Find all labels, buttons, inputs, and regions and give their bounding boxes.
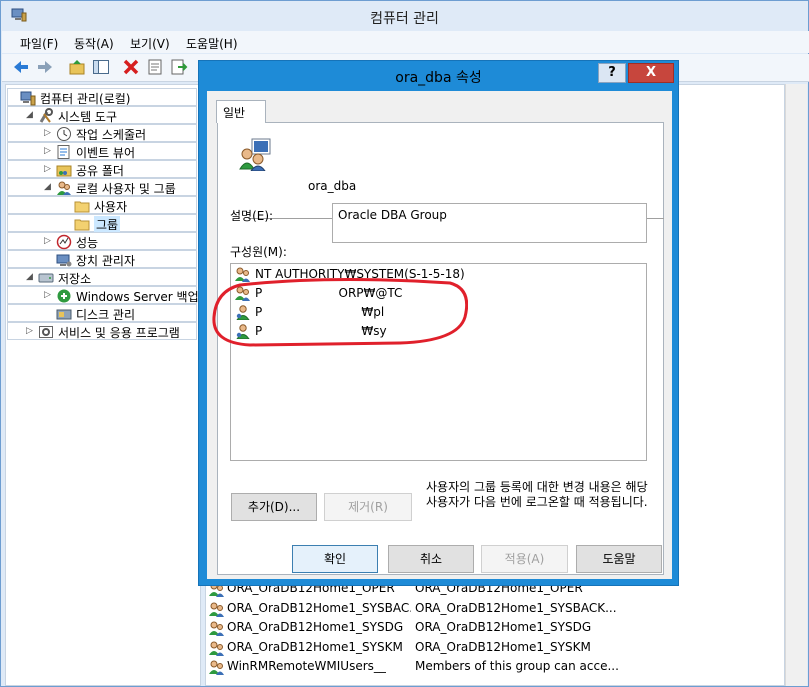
description-field[interactable]: Oracle DBA Group	[332, 203, 647, 243]
red-annotation-ellipse	[212, 277, 468, 347]
list-scrollbar[interactable]	[785, 84, 807, 686]
export-icon[interactable]	[170, 58, 188, 76]
tree-item-label: 디스크 관리	[76, 308, 136, 322]
tree-item-label: 컴퓨터 관리(로컬)	[40, 92, 131, 106]
group-row[interactable]: ORA_OraDB12Home1_SYSDG ORA_OraDB12Home1_S…	[209, 619, 779, 638]
user-group-icon	[209, 659, 225, 675]
properties-icon[interactable]	[146, 58, 164, 76]
tree-item-label: 성능	[76, 236, 99, 250]
description-label: 설명(E):	[230, 209, 274, 223]
tree-item[interactable]: ◢ 시스템 도구	[7, 106, 197, 124]
computer-management-icon	[20, 90, 36, 106]
tree-item-label: 시스템 도구	[58, 110, 118, 124]
tree-item-label: 장치 관리자	[76, 254, 136, 268]
menu-help[interactable]: 도움말(H)	[186, 35, 238, 52]
tree-item[interactable]: ▷ 공유 폴더	[7, 160, 197, 178]
task-scheduler-icon	[56, 126, 72, 142]
group-row[interactable]: WinRMRemoteWMIUsers__ Members of this gro…	[209, 658, 779, 677]
user-group-icon	[209, 601, 225, 617]
user-group-icon	[209, 620, 225, 636]
tree-item[interactable]: ▷ 이벤트 뷰어	[7, 142, 197, 160]
expand-toggle[interactable]: ▷	[26, 326, 36, 336]
tree-item[interactable]: 컴퓨터 관리(로컬)	[7, 88, 197, 106]
services-icon	[38, 324, 54, 340]
membership-change-note: 사용자의 그룹 등록에 대한 변경 내용은 해당 사용자가 다음 번에 로그온할…	[426, 480, 648, 509]
close-button[interactable]: X	[628, 63, 674, 83]
remove-button[interactable]: 제거(R)	[324, 493, 412, 521]
menu-file[interactable]: 파일(F)	[20, 35, 58, 52]
expand-toggle[interactable]: ▷	[44, 146, 54, 156]
group-description-cell: ORA_OraDB12Home1_SYSDG	[415, 620, 592, 634]
local-users-icon	[56, 180, 72, 196]
shared-folder-icon	[56, 162, 72, 178]
members-label: 구성원(M):	[230, 245, 287, 259]
group-name: ora_dba	[308, 179, 357, 193]
show-tree-icon[interactable]	[92, 58, 110, 76]
storage-icon	[38, 270, 54, 286]
tree-item-label: 공유 폴더	[76, 164, 124, 178]
tree-item-label: 그룹	[94, 216, 121, 233]
expand-toggle[interactable]: ◢	[26, 272, 36, 282]
help-button[interactable]: ?	[598, 63, 626, 83]
group-name-cell: ORA_OraDB12Home1_SYSBAC...	[227, 600, 411, 615]
tree-item[interactable]: ▷ Windows Server 백업	[7, 286, 199, 304]
forward-icon[interactable]	[36, 58, 54, 76]
menu-view[interactable]: 보기(V)	[130, 35, 170, 52]
window-title: 컴퓨터 관리	[370, 11, 439, 27]
group-description-cell: ORA_OraDB12Home1_SYSBACK...	[415, 600, 617, 615]
disk-management-icon	[56, 306, 72, 322]
menu-bar: 파일(F) 동작(A) 보기(V) 도움말(H)	[2, 31, 809, 53]
tree-item[interactable]: ▷ 작업 스케줄러	[7, 124, 197, 142]
up-icon[interactable]	[68, 58, 86, 76]
menu-action[interactable]: 동작(A)	[74, 35, 114, 52]
tree-item[interactable]: 장치 관리자	[7, 250, 197, 268]
group-name-cell: ORA_OraDB12Home1_SYSKM	[227, 639, 403, 654]
tree-item[interactable]: 디스크 관리	[7, 304, 197, 322]
tree-item[interactable]: ◢ 저장소	[7, 268, 197, 286]
device-manager-icon	[56, 252, 72, 268]
tree-item[interactable]: ◢ 로컬 사용자 및 그룹	[7, 178, 197, 196]
title-bar: 컴퓨터 관리	[1, 1, 808, 31]
group-row[interactable]: ORA_OraDB12Home1_SYSKM ORA_OraDB12Home1_S…	[209, 639, 779, 658]
user-group-icon	[209, 640, 225, 656]
add-button[interactable]: 추가(D)...	[231, 493, 317, 521]
back-icon[interactable]	[12, 58, 30, 76]
tree-item[interactable]: ▷ 서비스 및 응용 프로그램	[7, 322, 197, 340]
help-dialog-button[interactable]: 도움말	[576, 545, 662, 573]
group-row[interactable]: ORA_OraDB12Home1_SYSBAC... ORA_OraDB12Hom…	[209, 600, 779, 619]
group-name-cell: WinRMRemoteWMIUsers__	[227, 659, 386, 673]
folder-icon	[74, 216, 90, 232]
tree-item[interactable]: 그룹	[7, 214, 197, 233]
expand-toggle[interactable]: ▷	[44, 236, 54, 246]
group-description-cell: Members of this group can acce...	[415, 659, 619, 673]
group-name-cell: ORA_OraDB12Home1_SYSDG	[227, 620, 404, 634]
folder-icon	[74, 198, 90, 214]
backup-icon	[56, 288, 72, 304]
expand-toggle[interactable]: ◢	[26, 110, 36, 120]
cancel-button[interactable]: 취소	[388, 545, 474, 573]
system-tools-icon	[38, 108, 54, 124]
tree-item[interactable]: 사용자	[7, 196, 197, 214]
tree-item-label: 저장소	[58, 272, 92, 286]
expand-toggle[interactable]: ◢	[44, 182, 54, 192]
tab-general[interactable]: 일반	[216, 100, 266, 123]
tree-item-label: 서비스 및 응용 프로그램	[58, 326, 180, 340]
ok-button[interactable]: 확인	[292, 545, 378, 573]
expand-toggle[interactable]: ▷	[44, 164, 54, 174]
group-description-cell: ORA_OraDB12Home1_SYSKM	[415, 639, 591, 654]
expand-toggle[interactable]: ▷	[44, 128, 54, 138]
apply-button[interactable]: 적용(A)	[481, 545, 568, 573]
tree-item-label: 이벤트 뷰어	[76, 146, 136, 160]
performance-icon	[56, 234, 72, 250]
tree-item-label: 작업 스케줄러	[76, 128, 147, 142]
delete-icon[interactable]	[122, 58, 140, 76]
tree-item-label: 로컬 사용자 및 그룹	[76, 182, 176, 196]
group-icon	[239, 138, 271, 171]
tree-item-label: 사용자	[94, 200, 128, 214]
event-viewer-icon	[56, 144, 72, 160]
tree-item-label: Windows Server 백업	[76, 290, 199, 304]
tree-item[interactable]: ▷ 성능	[7, 232, 197, 250]
expand-toggle[interactable]: ▷	[44, 290, 54, 300]
